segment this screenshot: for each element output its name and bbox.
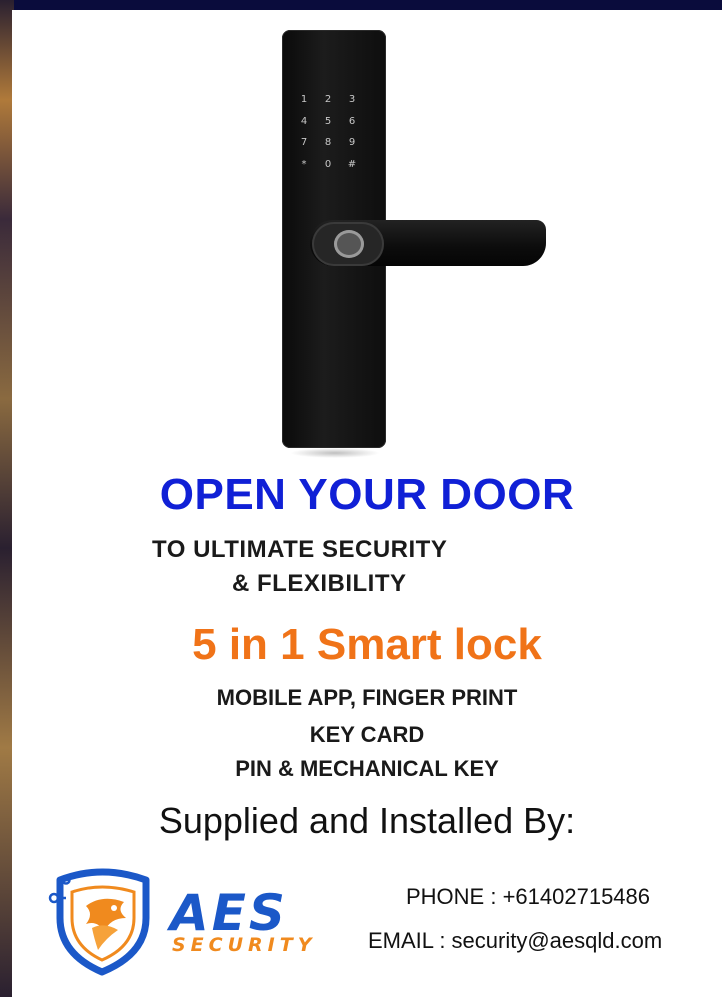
keypad-key: 7 xyxy=(300,137,308,148)
keypad-key: # xyxy=(347,158,357,170)
keypad-key: 3 xyxy=(348,94,356,105)
keypad-key: 5 xyxy=(324,115,332,127)
fingerprint-sensor-icon xyxy=(334,230,364,258)
keypad: 1 2 3 4 5 6 7 8 9 * 0 # xyxy=(292,94,364,174)
eagle-shield-icon xyxy=(48,868,150,976)
keypad-key: 4 xyxy=(300,115,308,127)
lock-shadow xyxy=(290,448,380,458)
logo-tagline: SECURITY xyxy=(172,934,317,956)
feature-line: MOBILE APP, FINGER PRINT xyxy=(216,685,518,710)
feature-line: KEY CARD xyxy=(309,722,425,747)
product-title: 5 in 1 Smart lock xyxy=(192,620,542,669)
contact-email: EMAIL : security@aesqld.com xyxy=(368,928,663,953)
keypad-key: 9 xyxy=(348,137,356,148)
subheadline-line2: & FLEXIBILITY xyxy=(232,570,407,597)
aes-security-logo: AES SECURITY xyxy=(42,858,342,978)
contact-phone: PHONE : +61402715486 xyxy=(406,884,651,909)
subheadline-line1: TO ULTIMATE SECURITY xyxy=(152,536,448,563)
smart-lock-image: 1 2 3 4 5 6 7 8 9 * 0 # xyxy=(270,30,554,462)
keypad-key: 2 xyxy=(324,94,332,105)
supplied-by-label: Supplied and Installed By: xyxy=(158,800,576,841)
headline: OPEN YOUR DOOR xyxy=(159,470,575,519)
poster: 1 2 3 4 5 6 7 8 9 * 0 # OPEN YOUR DOOR T… xyxy=(12,10,722,997)
keypad-key: 6 xyxy=(348,115,356,127)
logo-wordmark: AES xyxy=(170,884,288,942)
feature-line: PIN & MECHANICAL KEY xyxy=(235,756,499,781)
keypad-key: 0 xyxy=(324,158,332,170)
keypad-key: * xyxy=(301,158,307,170)
keypad-key: 8 xyxy=(324,137,332,148)
keypad-key: 1 xyxy=(300,94,308,105)
